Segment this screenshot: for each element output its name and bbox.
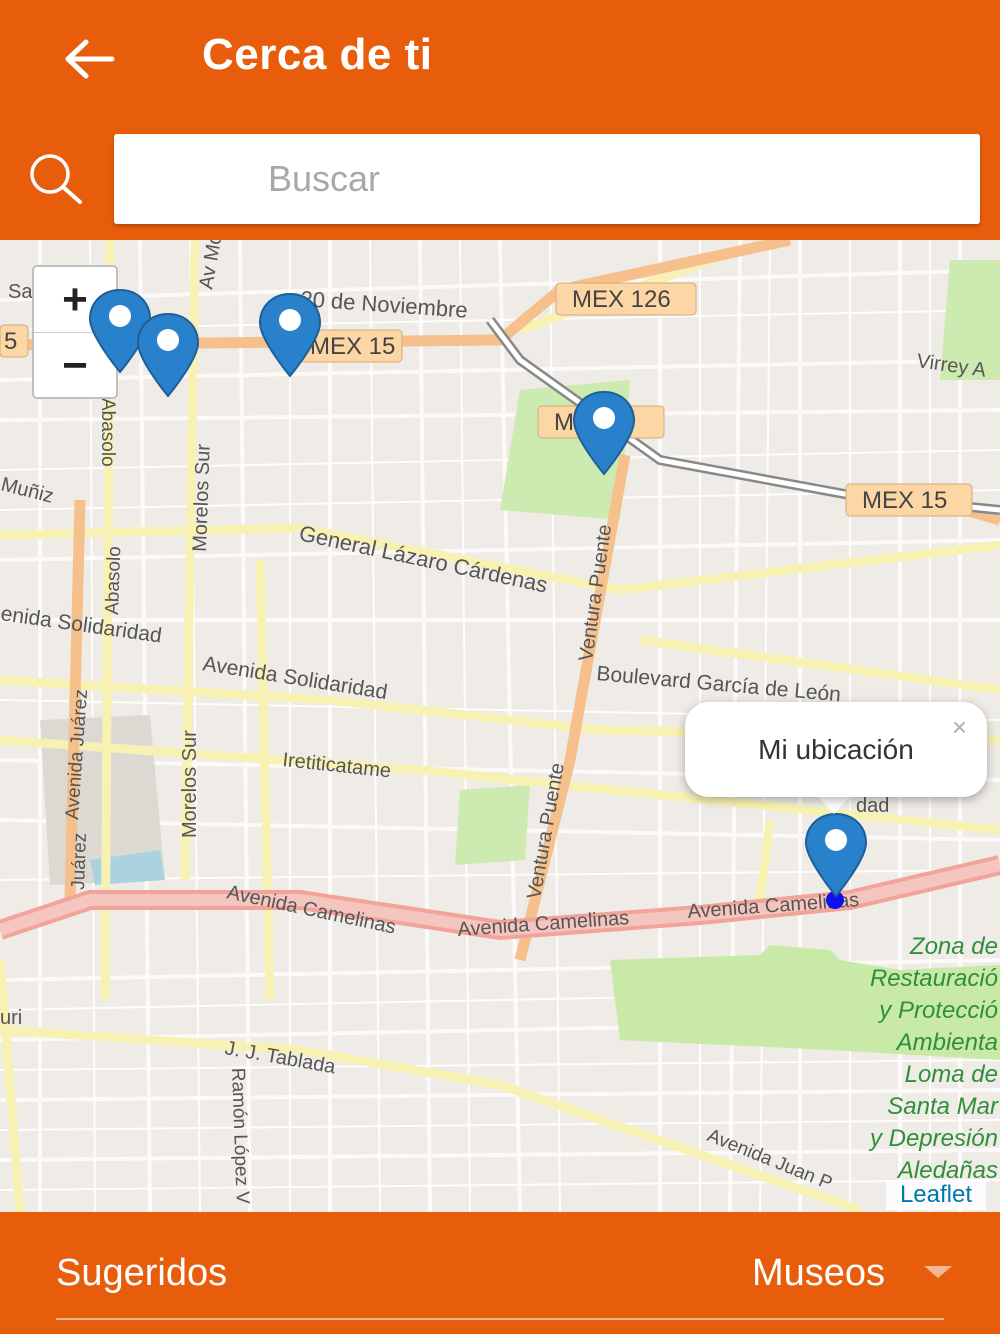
road-label: Morelos Sur xyxy=(189,443,215,552)
search-icon[interactable] xyxy=(24,150,88,206)
map-marker-icon[interactable] xyxy=(132,310,204,400)
area-label: Ambienta xyxy=(895,1029,998,1056)
svg-text:5: 5 xyxy=(4,328,17,355)
footer-bar: Sugeridos Museos xyxy=(0,1212,1000,1334)
close-icon[interactable]: × xyxy=(952,712,967,743)
road-label: Abasolo xyxy=(102,546,125,615)
road-label: Juárez xyxy=(68,832,91,890)
road-label: Abasolo xyxy=(97,398,118,467)
attribution-link[interactable]: Leaflet xyxy=(885,1180,986,1210)
area-label: y Depresión xyxy=(868,1125,998,1152)
page-title: Cerca de ti xyxy=(202,30,433,79)
area-label: Zona de xyxy=(909,933,998,960)
map-marker-icon[interactable] xyxy=(568,388,640,478)
search-input[interactable] xyxy=(114,134,980,224)
road-label: Morelos Sur xyxy=(179,730,201,838)
location-popup: Mi ubicación × xyxy=(685,702,987,797)
area-label: Loma de xyxy=(905,1061,998,1088)
chevron-down-icon[interactable] xyxy=(924,1266,952,1278)
area-label: Santa Mar xyxy=(887,1093,999,1120)
highway-shield: 5 xyxy=(0,324,29,358)
svg-text:MEX 15: MEX 15 xyxy=(862,487,947,514)
svg-text:MEX 126: MEX 126 xyxy=(572,286,671,313)
highway-shield: MEX 15 xyxy=(845,483,973,517)
arrow-left-icon[interactable] xyxy=(60,34,120,84)
suggested-label: Sugeridos xyxy=(56,1252,228,1294)
popup-text: Mi ubicación xyxy=(758,734,914,765)
area-label: Restauració xyxy=(870,965,998,992)
highway-shield: MEX 126 xyxy=(555,282,697,316)
road-label: uri xyxy=(0,1007,22,1029)
category-dropdown[interactable]: Museos xyxy=(752,1252,885,1295)
map-marker-icon[interactable] xyxy=(800,810,872,900)
app-header: Cerca de ti xyxy=(0,0,1000,240)
map-marker-icon[interactable] xyxy=(254,290,326,380)
area-label: y Protecció xyxy=(877,997,998,1024)
divider xyxy=(56,1318,944,1320)
